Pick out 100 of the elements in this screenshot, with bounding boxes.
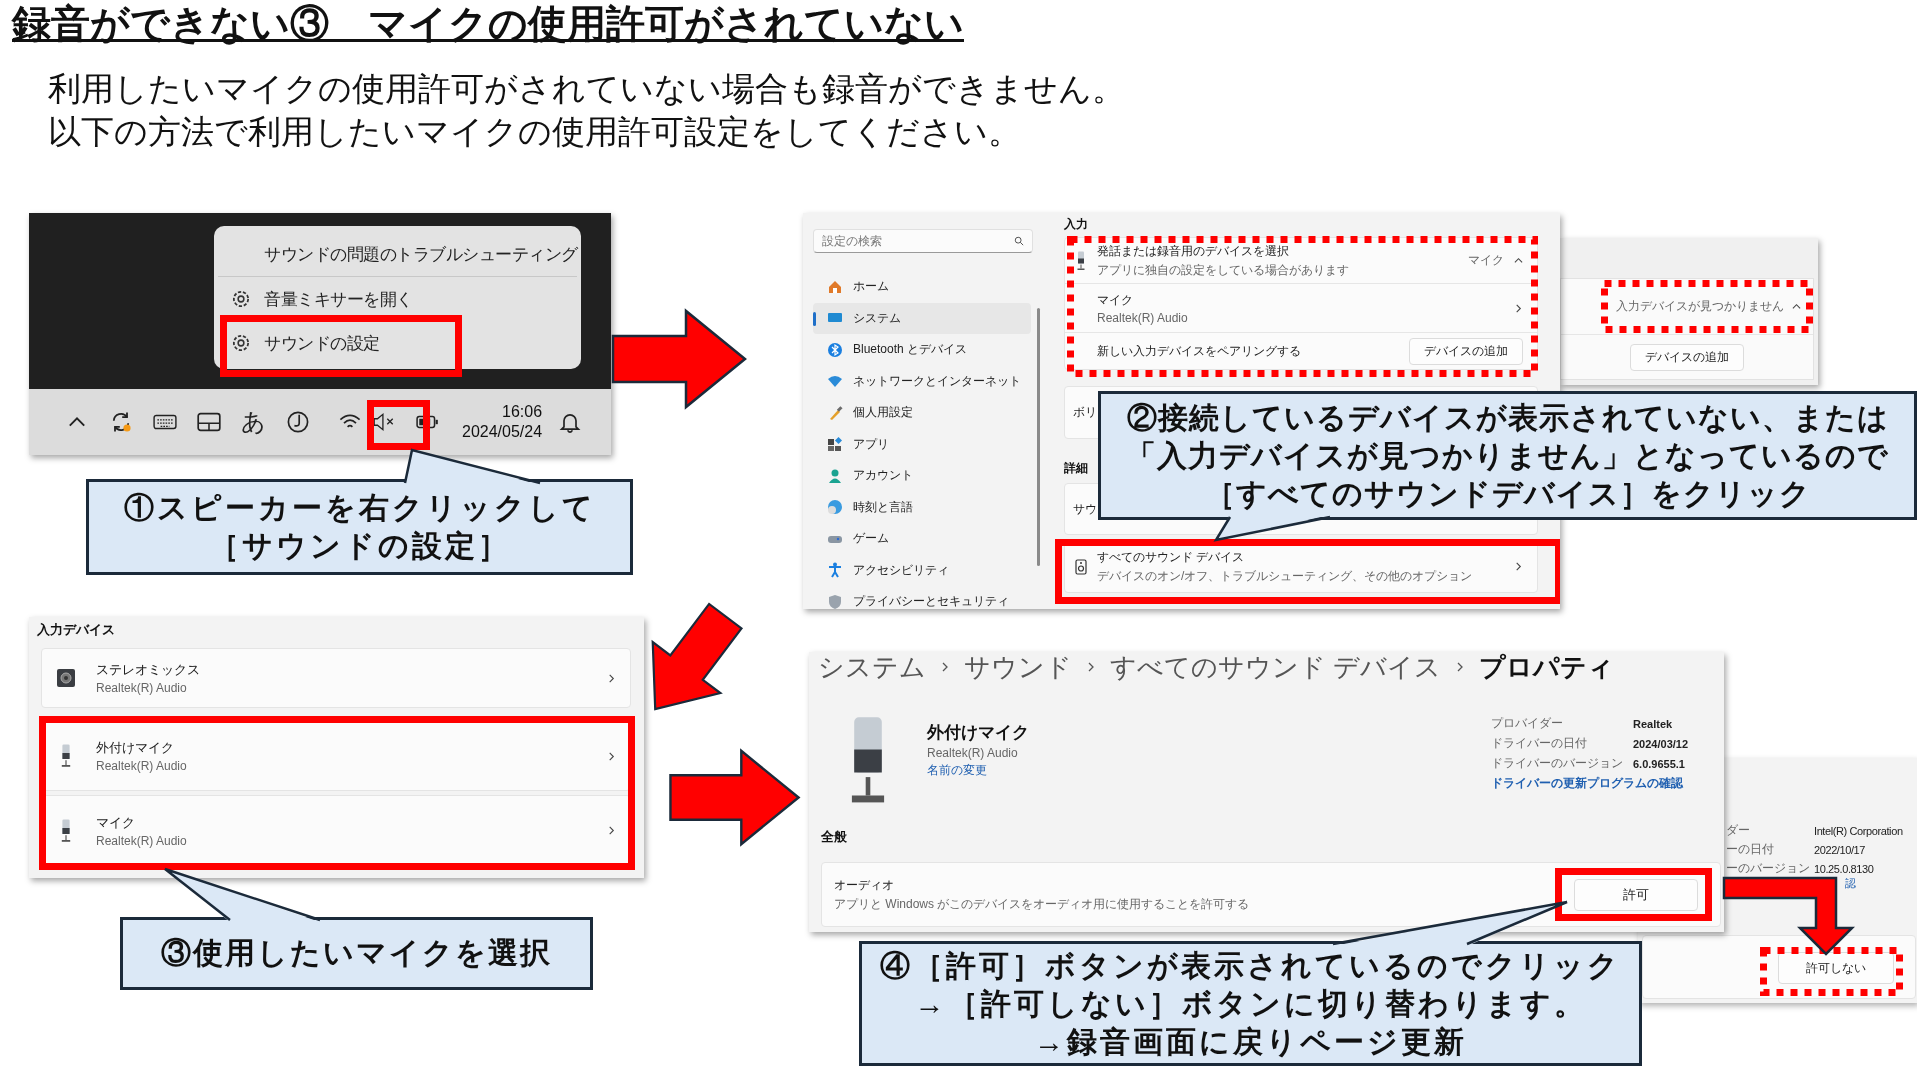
info-value: Intel(R) Corporation	[1814, 824, 1903, 837]
highlight-frame	[367, 400, 430, 450]
microphone-icon	[60, 744, 72, 768]
settings-row[interactable]: 新しい入力デバイスをペアリングする デバイスの追加	[1065, 333, 1537, 369]
gear-icon	[230, 332, 252, 354]
section-heading: 詳細	[1064, 461, 1089, 477]
section-heading: 入力	[1064, 217, 1089, 233]
device-name: 外付けマイク	[96, 739, 175, 757]
row-title: サウ	[1073, 500, 1097, 518]
speaker-muted-icon[interactable]	[372, 410, 396, 434]
info-label: ダー	[1726, 822, 1751, 839]
chevron-right-icon	[1086, 662, 1096, 672]
section-heading: 入力デバイス	[37, 621, 115, 639]
device-driver: Realtek(R) Audio	[96, 681, 188, 695]
device-name: ステレオミックス	[96, 661, 201, 679]
settings-row[interactable]: マイク Realtek(R) Audio	[1065, 284, 1537, 333]
row-title: ボリ	[1073, 404, 1097, 421]
info-value: 10.25.0.8130	[1814, 862, 1875, 875]
chevron-right-icon	[607, 826, 616, 835]
touchpad-icon[interactable]	[197, 410, 221, 434]
chevron-right-icon	[940, 662, 950, 672]
menu-item[interactable]: 音量ミキサーを開く	[214, 277, 581, 321]
settings-row[interactable]: 発話または録音用のデバイスを選択 アプリに独自の設定をしている場合があります マイク	[1065, 238, 1537, 284]
info-label: ーの日付	[1726, 841, 1775, 858]
chevron-right-icon	[1514, 303, 1523, 313]
nav-item[interactable]: ホーム	[813, 271, 1031, 303]
breadcrumb-item[interactable]: システム	[818, 649, 926, 685]
info-value: Realtek	[1633, 717, 1674, 730]
breadcrumb-item: プロパティ	[1479, 650, 1615, 684]
person-icon	[827, 467, 843, 484]
chevron-right-icon	[1514, 562, 1523, 571]
nav-item[interactable]: ゲーム	[813, 523, 1031, 555]
rename-link[interactable]: 名前の変更	[927, 762, 1029, 779]
nav-item[interactable]: アクセシビリティ	[813, 554, 1031, 586]
info-value: 6.0.9655.1	[1633, 757, 1686, 770]
add-device-button[interactable]: デバイスの追加	[1630, 343, 1744, 371]
info-value: 2022/10/17	[1814, 843, 1867, 856]
row-title: 発話または録音用のデバイスを選択	[1097, 242, 1290, 260]
search-field[interactable]: 設定の検索	[813, 229, 1033, 253]
info-label: プロバイダー	[1491, 715, 1564, 732]
section-heading: 全般	[821, 828, 847, 846]
intro-text: 利用したいマイクの使用許可がされていない場合も録音ができません。	[48, 69, 1125, 109]
ime-indicator[interactable]: あ	[241, 406, 266, 438]
chevron-up-icon	[1792, 302, 1801, 311]
menu-item[interactable]: サウンドの設定	[214, 321, 581, 365]
breadcrumb-item[interactable]: すべてのサウンド デバイス	[1110, 649, 1442, 685]
deny-button[interactable]: 許可しない	[1778, 952, 1894, 984]
bluetooth-icon	[827, 341, 843, 358]
speaker-icon	[1075, 558, 1087, 575]
home-icon	[827, 278, 843, 295]
chevron-right-icon	[607, 673, 616, 683]
intro-text: 以下の方法で利用したいマイクの使用許可設定をしてください。	[48, 112, 1022, 152]
row-subtitle: Realtek(R) Audio	[1097, 310, 1189, 325]
nav-item[interactable]: 個人用設定	[813, 397, 1031, 429]
device-driver: Realtek(R) Audio	[96, 759, 188, 773]
slide-title: 録音ができない③ マイクの使用許可がされていない	[12, 1, 964, 47]
nav-item[interactable]: アプリ	[813, 428, 1031, 460]
gear-icon	[230, 288, 252, 310]
status-text: 入力デバイスが見つかりません	[1616, 298, 1784, 315]
scrollbar[interactable]	[1037, 308, 1040, 566]
info-label: ドライバーのバージョン	[1491, 755, 1624, 772]
row-subtitle: アプリと Windows がこのデバイスをオーディオ用に使用することを許可する	[834, 895, 1251, 913]
row-subtitle: アプリに独自の設定をしている場合があります	[1097, 261, 1350, 279]
chevron-up-icon	[1514, 256, 1523, 265]
search-icon	[1014, 236, 1024, 246]
nav-item[interactable]: アカウント	[813, 460, 1031, 492]
globe-icon	[827, 499, 843, 516]
info-value: 2024/03/12	[1633, 737, 1690, 750]
nav-item[interactable]: Bluetooth とデバイス	[813, 334, 1031, 366]
menu-item[interactable]: サウンドの問題のトラブルシューティング	[214, 232, 581, 276]
brush-icon	[827, 404, 843, 421]
nav-item[interactable]: 時刻と言語	[813, 491, 1031, 523]
breadcrumb-item[interactable]: サウンド	[964, 649, 1072, 685]
allow-button[interactable]: 許可	[1574, 878, 1698, 911]
ime-mode-icon[interactable]	[286, 410, 310, 434]
microphone-icon	[1075, 250, 1087, 271]
info-label: ーのバージョン	[1726, 860, 1811, 877]
add-device-button[interactable]: デバイスの追加	[1409, 337, 1523, 365]
device-row[interactable]: ステレオミックス Realtek(R) Audio	[41, 648, 631, 708]
apps-icon	[827, 436, 843, 453]
clock-date[interactable]: 2024/05/24	[462, 422, 543, 442]
clock-time[interactable]: 16:06	[502, 402, 543, 422]
accessibility-icon	[827, 562, 843, 579]
update-link[interactable]: ドライバーの更新プログラムの確認	[1491, 775, 1723, 792]
nav-item[interactable]: プライバシーとセキュリティ	[813, 586, 1031, 609]
row-title: 新しい入力デバイスをペアリングする	[1097, 342, 1302, 360]
row-subtitle: デバイスのオン/オフ、トラブルシューティング、その他のオプション	[1097, 567, 1474, 585]
speaker-icon	[56, 668, 76, 688]
info-label: ドライバーの日付	[1491, 735, 1588, 752]
row-title: マイク	[1097, 291, 1134, 309]
update-link[interactable]: 認	[1845, 876, 1856, 891]
nav-item[interactable]: システム	[813, 302, 1031, 334]
chevron-right-icon	[607, 751, 616, 761]
shield-icon	[827, 593, 843, 609]
row-value: マイク	[1468, 252, 1504, 269]
nav-item[interactable]: ネットワークとインターネット	[813, 365, 1031, 397]
row-title: すべてのサウンド デバイス	[1097, 548, 1246, 566]
device-driver: Realtek(R) Audio	[96, 833, 188, 848]
microphone-icon	[60, 818, 72, 843]
device-name: 外付けマイク	[927, 722, 1029, 744]
